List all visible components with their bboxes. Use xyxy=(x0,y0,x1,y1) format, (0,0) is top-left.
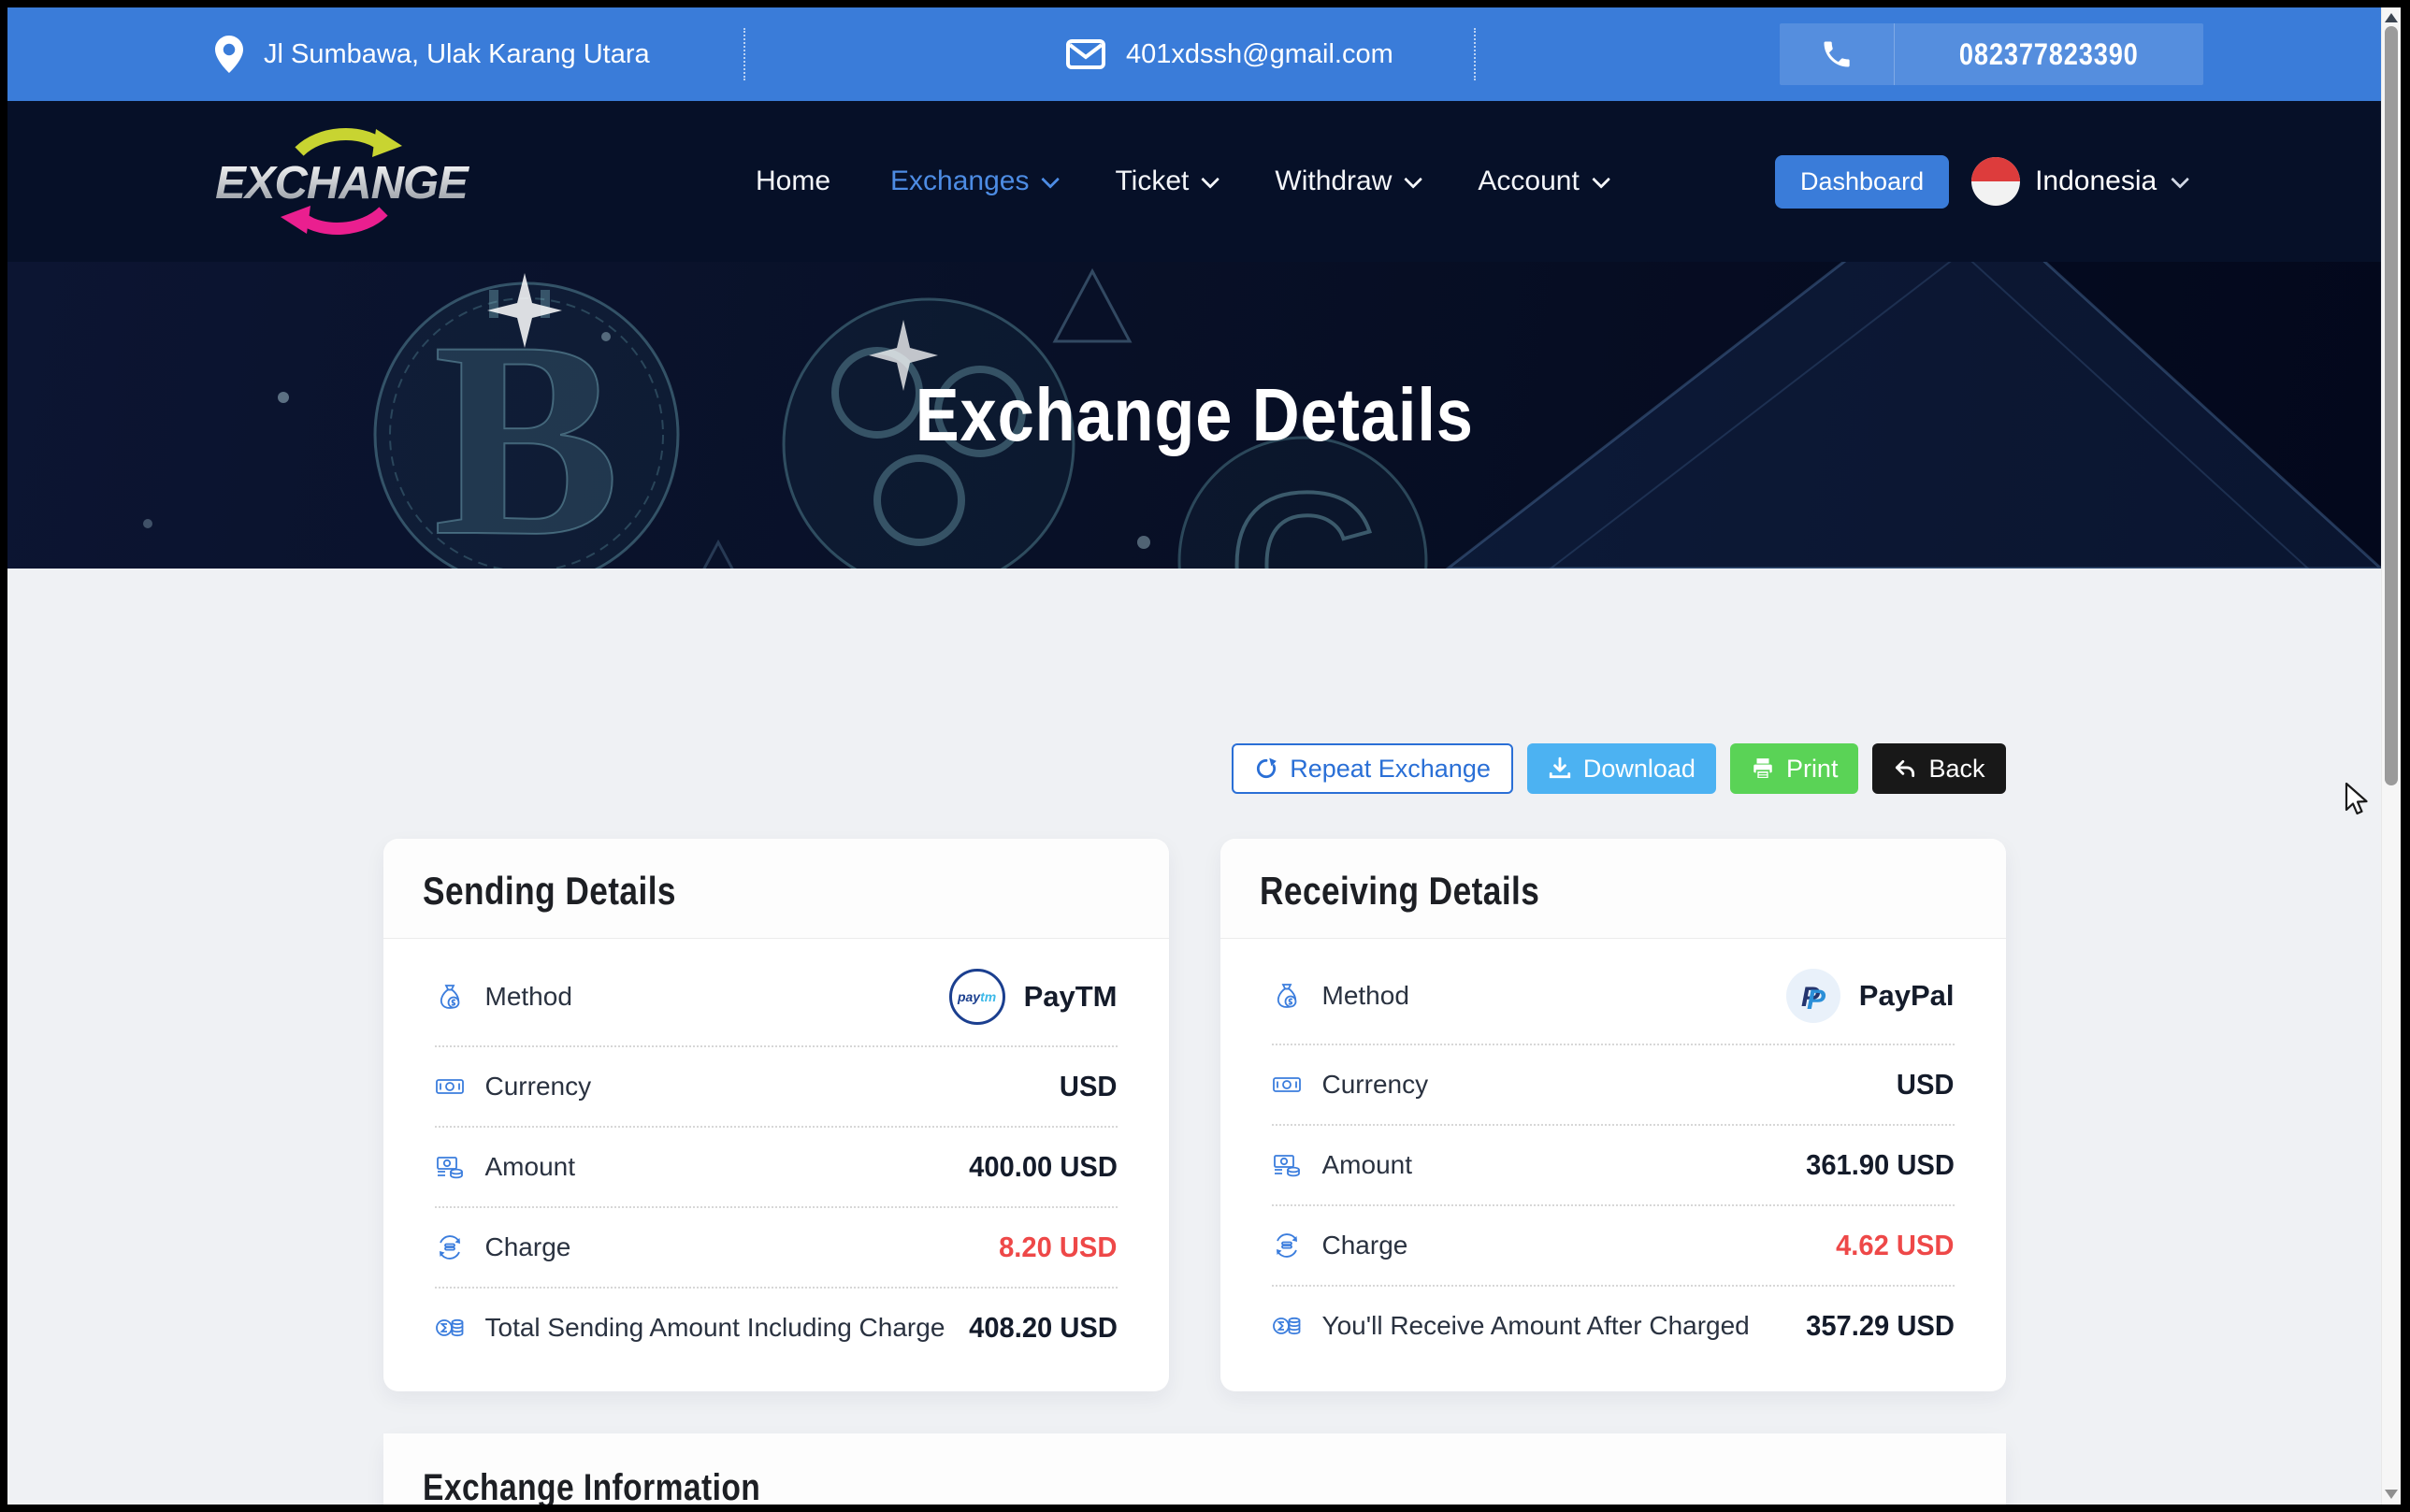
location-pin-icon xyxy=(215,36,243,73)
main-navbar: EXCHANGE Home Exchanges Ticket xyxy=(7,101,2381,262)
nav-menu: Home Exchanges Ticket Withdraw Account xyxy=(756,101,1606,262)
language-label: Indonesia xyxy=(2035,166,2157,197)
total-row: Total Sending Amount Including Charge 40… xyxy=(435,1289,1118,1367)
logo-text: EXCHANGE xyxy=(215,158,469,209)
paytm-logo: paytm xyxy=(949,969,1005,1025)
card-header: Sending Details xyxy=(383,839,1169,939)
money-bag-icon xyxy=(435,982,465,1012)
top-contact-bar: Jl Sumbawa, Ulak Karang Utara 401xdssh@g… xyxy=(7,7,2381,101)
scrollbar-thumb[interactable] xyxy=(2385,26,2398,785)
exchange-coins-icon xyxy=(435,1232,465,1262)
download-icon xyxy=(1548,756,1572,781)
action-buttons: Repeat Exchange Download xyxy=(383,743,2006,794)
nav-item-exchanges[interactable]: Exchanges xyxy=(890,166,1055,197)
dashboard-button[interactable]: Dashboard xyxy=(1775,155,1949,209)
sending-details-card: Sending Details Method xyxy=(383,839,1169,1391)
exchange-coins-icon xyxy=(1272,1231,1302,1260)
main-content: Repeat Exchange Download xyxy=(383,743,2006,1505)
back-button[interactable]: Back xyxy=(1872,743,2005,794)
exchange-logo[interactable]: EXCHANGE xyxy=(206,122,477,246)
method-value: P P PayPal xyxy=(1786,969,1955,1023)
receiving-details-card: Receiving Details Method xyxy=(1220,839,2006,1391)
card-title: Receiving Details xyxy=(1260,869,1539,914)
card-header: Receiving Details xyxy=(1220,839,2006,939)
scroll-down-arrow[interactable] xyxy=(2385,1490,2398,1499)
method-row: Method P P PayPal xyxy=(1272,948,1955,1045)
chevron-down-icon xyxy=(1042,170,1061,189)
divider xyxy=(743,28,745,80)
money-bag-icon xyxy=(1272,981,1302,1011)
envelope-icon xyxy=(1066,39,1105,69)
chevron-down-icon xyxy=(2171,170,2189,189)
refresh-icon xyxy=(1254,756,1278,781)
vertical-scrollbar[interactable] xyxy=(2381,7,2401,1505)
hero-banner: B C Exch xyxy=(7,262,2381,569)
page-title: Exchange Details xyxy=(7,262,2381,569)
phone-text[interactable]: 082377823390 xyxy=(1959,37,2139,72)
logo-arrow-down xyxy=(303,211,383,228)
card-title: Exchange Information xyxy=(423,1467,760,1505)
nav-item-withdraw[interactable]: Withdraw xyxy=(1275,166,1418,197)
svg-text:P: P xyxy=(1807,985,1826,1014)
phone-icon xyxy=(1820,37,1854,71)
page-viewport: Jl Sumbawa, Ulak Karang Utara 401xdssh@g… xyxy=(7,7,2381,1505)
chevron-down-icon xyxy=(1592,170,1610,189)
cash-coins-icon xyxy=(435,1152,465,1182)
email-info[interactable]: 401xdssh@gmail.com xyxy=(1066,7,1393,101)
language-selector[interactable]: Indonesia xyxy=(1971,157,2185,206)
card-title: Sending Details xyxy=(423,869,676,914)
currency-row: Currency USD xyxy=(435,1047,1118,1128)
charge-row: Charge 8.20 USD xyxy=(435,1208,1118,1289)
currency-row: Currency USD xyxy=(1272,1045,1955,1126)
indonesia-flag-icon xyxy=(1971,157,2020,206)
charge-row: Charge 4.62 USD xyxy=(1272,1206,1955,1287)
sum-coins-icon xyxy=(435,1313,465,1343)
back-arrow-icon xyxy=(1893,756,1917,781)
sum-coins-icon xyxy=(1272,1311,1302,1341)
nav-right-controls: Dashboard Indonesia xyxy=(1775,101,2185,262)
details-cards: Sending Details Method xyxy=(383,839,2006,1391)
location-info: Jl Sumbawa, Ulak Karang Utara xyxy=(215,7,650,101)
browser-window: Jl Sumbawa, Ulak Karang Utara 401xdssh@g… xyxy=(0,0,2410,1512)
nav-item-ticket[interactable]: Ticket xyxy=(1115,166,1215,197)
divider xyxy=(1474,28,1476,80)
email-text[interactable]: 401xdssh@gmail.com xyxy=(1126,39,1393,70)
receive-total-row: You'll Receive Amount After Charged 357.… xyxy=(1272,1287,1955,1365)
card-header: Exchange Information xyxy=(383,1433,2006,1505)
chevron-down-icon xyxy=(1405,170,1423,189)
amount-row: Amount 361.90 USD xyxy=(1272,1126,1955,1206)
print-button[interactable]: Print xyxy=(1730,743,1859,794)
method-row: Method paytm PayTM xyxy=(435,948,1118,1047)
scroll-up-arrow[interactable] xyxy=(2385,13,2398,22)
cash-coins-icon xyxy=(1272,1150,1302,1180)
download-button[interactable]: Download xyxy=(1527,743,1716,794)
amount-row: Amount 400.00 USD xyxy=(435,1128,1118,1208)
location-text: Jl Sumbawa, Ulak Karang Utara xyxy=(264,39,650,70)
repeat-exchange-button[interactable]: Repeat Exchange xyxy=(1232,743,1513,794)
logo-arrow-up xyxy=(299,135,380,151)
nav-item-home[interactable]: Home xyxy=(756,166,830,197)
printer-icon xyxy=(1751,756,1775,781)
banknote-icon xyxy=(1272,1070,1302,1100)
nav-item-account[interactable]: Account xyxy=(1478,166,1605,197)
banknote-icon xyxy=(435,1072,465,1102)
chevron-down-icon xyxy=(1202,170,1220,189)
paypal-logo: P P xyxy=(1786,969,1840,1023)
method-value: paytm PayTM xyxy=(949,969,1118,1025)
exchange-information-card: Exchange Information xyxy=(383,1433,2006,1505)
phone-info[interactable]: 082377823390 xyxy=(1780,23,2203,85)
